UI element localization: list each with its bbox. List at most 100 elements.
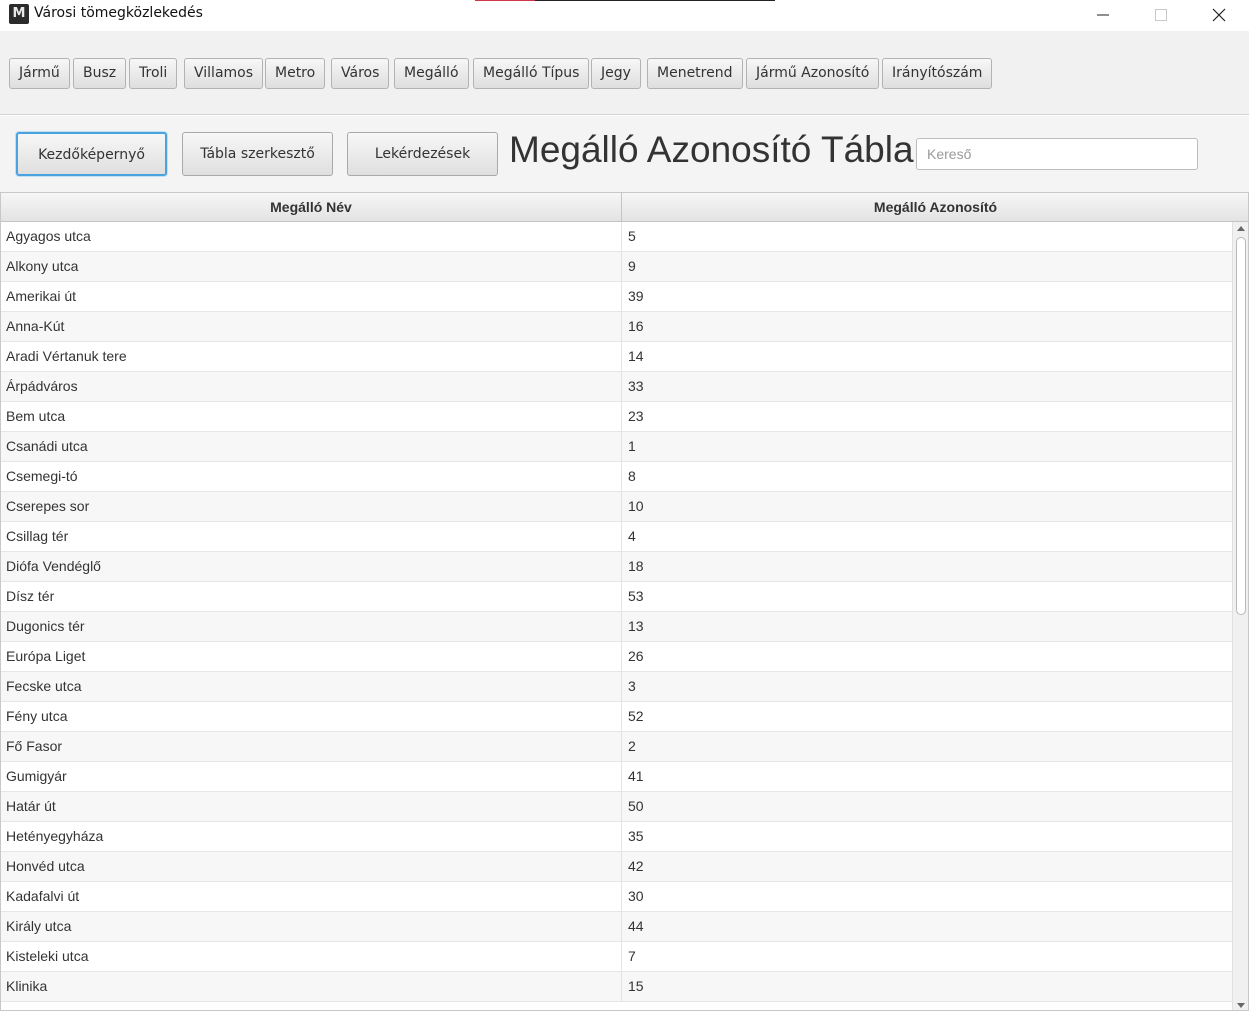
column-header-megallo-nev[interactable]: Megálló Név [1, 193, 622, 221]
table-row[interactable]: Bem utca 23 [1, 402, 1232, 432]
cell-megallo-azonosito: 41 [628, 768, 644, 784]
maximize-button[interactable] [1138, 0, 1184, 30]
table-row[interactable]: Anna-Kút 16 [1, 312, 1232, 342]
table-header: Megálló Név Megálló Azonosító [1, 193, 1248, 222]
cell-megallo-azonosito: 3 [628, 678, 636, 694]
table-row[interactable]: Agyagos utca 5 [1, 222, 1232, 252]
cell-megallo-nev: Aradi Vértanuk tere [1, 342, 622, 372]
cell-megallo-nev: Európa Liget [1, 642, 622, 672]
table-body: Agyagos utca 5 Alkony utca 9 Amerikai út 39 An… [1, 222, 1232, 1010]
table-row[interactable]: Dugonics tér 13 [1, 612, 1232, 642]
cell-megallo-nev: Dísz tér [1, 582, 622, 612]
table-row[interactable]: Király utca 44 [1, 912, 1232, 942]
cell-megallo-nev: Kisteleki utca [1, 942, 622, 972]
cell-megallo-azonosito: 2 [628, 738, 636, 754]
table-row[interactable]: Cserepes sor 10 [1, 492, 1232, 522]
table-button-megallo-tipus[interactable]: Megálló Típus [473, 58, 590, 89]
table-row[interactable]: Kadafalvi út 30 [1, 882, 1232, 912]
scroll-up-icon[interactable] [1237, 226, 1245, 231]
cell-megallo-nev: Határ út [1, 792, 622, 822]
cell-megallo-azonosito: 53 [628, 588, 644, 604]
table-row[interactable]: Fény utca 52 [1, 702, 1232, 732]
table-selector-bar: Jármű Busz Troli Villamos Metro Város Me… [0, 31, 1249, 115]
cell-megallo-azonosito: 9 [628, 258, 636, 274]
table-button-varos[interactable]: Város [331, 58, 390, 89]
cell-megallo-nev: Agyagos utca [1, 222, 622, 252]
table-row[interactable]: Alkony utca 9 [1, 252, 1232, 282]
cell-megallo-nev: Csanádi utca [1, 432, 622, 462]
column-header-megallo-azonosito[interactable]: Megálló Azonosító [623, 193, 1248, 221]
table-row[interactable]: Fecske utca 3 [1, 672, 1232, 702]
cell-megallo-azonosito: 35 [628, 828, 644, 844]
cell-megallo-nev: Bem utca [1, 402, 622, 432]
search-input[interactable] [916, 138, 1198, 170]
cell-megallo-nev: Alkony utca [1, 252, 622, 282]
cell-megallo-nev: Cserepes sor [1, 492, 622, 522]
table-button-troli[interactable]: Troli [129, 58, 178, 89]
cell-megallo-nev: Csillag tér [1, 522, 622, 552]
table-button-villamos[interactable]: Villamos [184, 58, 264, 89]
table-row[interactable]: Árpádváros 33 [1, 372, 1232, 402]
cell-megallo-azonosito: 10 [628, 498, 644, 514]
data-table: Megálló Név Megálló Azonosító Agyagos ut… [0, 192, 1249, 1011]
table-row[interactable]: Amerikai út 39 [1, 282, 1232, 312]
cell-megallo-azonosito: 23 [628, 408, 644, 424]
home-button[interactable]: Kezdőképernyő [16, 132, 167, 176]
minimize-button[interactable] [1080, 0, 1126, 30]
cell-megallo-nev: Fény utca [1, 702, 622, 732]
table-button-jegy[interactable]: Jegy [591, 58, 641, 89]
maximize-icon [1155, 9, 1167, 21]
queries-button[interactable]: Lekérdezések [347, 132, 498, 176]
table-row[interactable]: Diófa Vendéglő 18 [1, 552, 1232, 582]
table-row[interactable]: Honvéd utca 42 [1, 852, 1232, 882]
cell-megallo-nev: Fő Fasor [1, 732, 622, 762]
cell-megallo-nev: Anna-Kút [1, 312, 622, 342]
table-button-busz[interactable]: Busz [73, 58, 127, 89]
table-button-megallo[interactable]: Megálló [394, 58, 469, 89]
cell-megallo-nev: Gumigyár [1, 762, 622, 792]
table-editor-button[interactable]: Tábla szerkesztő [182, 132, 333, 176]
cell-megallo-azonosito: 30 [628, 888, 644, 904]
app-icon: M [9, 4, 29, 24]
table-row[interactable]: Fő Fasor 2 [1, 732, 1232, 762]
table-button-iranyitoszam[interactable]: Irányítószám [882, 58, 993, 89]
table-row[interactable]: Aradi Vértanuk tere 14 [1, 342, 1232, 372]
cell-megallo-azonosito: 13 [628, 618, 644, 634]
table-button-jarmu-azonosito[interactable]: Jármű Azonosító [746, 58, 880, 89]
table-button-menetrend[interactable]: Menetrend [647, 58, 743, 89]
cell-megallo-azonosito: 52 [628, 708, 644, 724]
close-icon [1212, 8, 1226, 22]
table-button-jarmu[interactable]: Jármű [9, 58, 70, 89]
table-row[interactable]: Csillag tér 4 [1, 522, 1232, 552]
table-row[interactable]: Határ út 50 [1, 792, 1232, 822]
table-row[interactable]: Gumigyár 41 [1, 762, 1232, 792]
cell-megallo-azonosito: 33 [628, 378, 644, 394]
table-row[interactable]: Dísz tér 53 [1, 582, 1232, 612]
scrollbar-thumb[interactable] [1236, 237, 1246, 615]
cell-megallo-nev: Kadafalvi út [1, 882, 622, 912]
cell-megallo-azonosito: 18 [628, 558, 644, 574]
cell-megallo-nev: Honvéd utca [1, 852, 622, 882]
minimize-icon [1097, 14, 1109, 16]
cell-megallo-azonosito: 5 [628, 228, 636, 244]
cell-megallo-azonosito: 8 [628, 468, 636, 484]
table-row[interactable]: Hetényegyháza 35 [1, 822, 1232, 852]
close-button[interactable] [1196, 0, 1242, 30]
cell-megallo-azonosito: 4 [628, 528, 636, 544]
scroll-down-icon[interactable] [1237, 1003, 1245, 1008]
cell-megallo-azonosito: 39 [628, 288, 644, 304]
cell-megallo-nev: Amerikai út [1, 282, 622, 312]
table-row[interactable]: Európa Liget 26 [1, 642, 1232, 672]
cell-megallo-nev: Diófa Vendéglő [1, 552, 622, 582]
cell-megallo-azonosito: 16 [628, 318, 644, 334]
vertical-scrollbar[interactable] [1232, 222, 1248, 1010]
table-row[interactable]: Csanádi utca 1 [1, 432, 1232, 462]
table-row[interactable]: Csemegi-tó 8 [1, 462, 1232, 492]
cell-megallo-nev: Árpádváros [1, 372, 622, 402]
title-accent-highlight [475, 0, 535, 1]
table-row[interactable]: Kisteleki utca 7 [1, 942, 1232, 972]
window-title: Városi tömegközlekedés [34, 5, 203, 21]
cell-megallo-azonosito: 7 [628, 948, 636, 964]
table-row[interactable]: Klinika 15 [1, 972, 1232, 1002]
table-button-metro[interactable]: Metro [265, 58, 326, 89]
